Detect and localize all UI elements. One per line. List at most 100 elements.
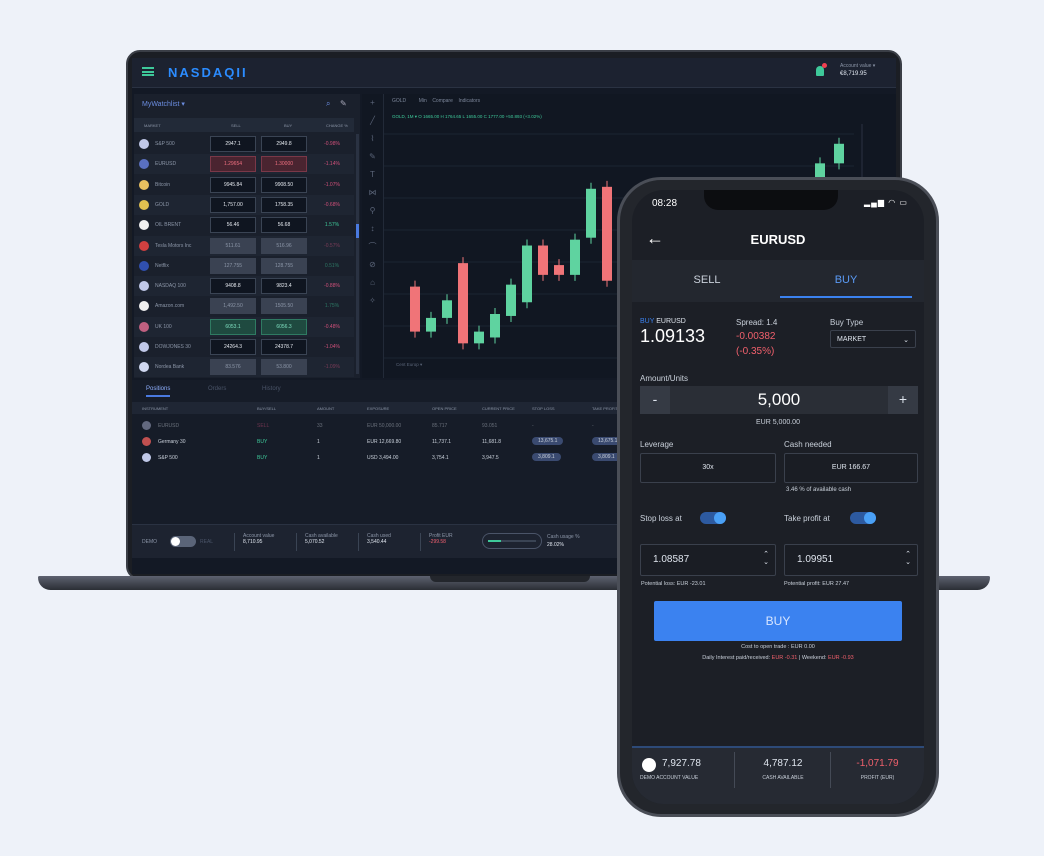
position-amount: 1: [317, 439, 320, 445]
sell-price-button[interactable]: 56.46: [210, 217, 256, 234]
sell-price-button[interactable]: 511.61: [210, 237, 256, 254]
buy-price-button[interactable]: 53.800: [261, 359, 307, 376]
menu-icon[interactable]: [142, 67, 154, 76]
change-pct: -1.14%: [324, 161, 340, 168]
take-profit-label: Take profit at: [784, 514, 830, 523]
buy-price-button[interactable]: 1.30000: [261, 156, 307, 173]
watchlist-row[interactable]: Bitcoin 9945.84 9908.50 -1.07%: [134, 175, 354, 195]
column-header[interactable]: STOP LOSS: [532, 406, 555, 411]
tab-history[interactable]: History: [262, 386, 281, 392]
market-name: NASDAQ 100: [155, 283, 186, 290]
watchlist-row[interactable]: Nordea Bank 83.576 53.800 -1.09%: [134, 357, 354, 378]
sell-price-button[interactable]: 9945.84: [210, 176, 256, 193]
watchlist-row[interactable]: NASDAQ 100 9408.8 9823.4 -0.88%: [134, 276, 354, 297]
position-name: EURUSD: [158, 423, 180, 429]
tab-orders[interactable]: Orders: [208, 386, 226, 392]
buy-price-button[interactable]: 56.68: [261, 217, 307, 234]
candle: [538, 245, 548, 275]
watchlist-title[interactable]: MyWatchlist ▾: [142, 100, 185, 108]
amount-input[interactable]: 5,000: [670, 386, 888, 414]
tab-positions[interactable]: Positions: [146, 386, 171, 397]
position-tp[interactable]: -: [592, 423, 594, 429]
market-name: Tesla Motors Inc: [155, 242, 192, 249]
watchlist-scrollbar[interactable]: [356, 134, 359, 374]
timezone-select[interactable]: Cent Europ ▾: [396, 362, 422, 368]
sell-price-button[interactable]: 1,492.50: [210, 298, 256, 315]
sell-price-button[interactable]: 9408.8: [210, 278, 256, 295]
take-profit-toggle[interactable]: [850, 512, 876, 524]
sell-price-button[interactable]: 1,757.00: [210, 196, 256, 213]
demo-account-value: 7,927.78: [662, 758, 701, 769]
edit-icon[interactable]: ✎: [340, 99, 347, 108]
market-icon: [139, 260, 149, 271]
column-header[interactable]: EXPOSURE: [367, 406, 389, 411]
market-icon: [139, 179, 149, 190]
account-label[interactable]: Account value ▾: [840, 63, 875, 69]
buy-price-button[interactable]: 24378.7: [261, 339, 307, 355]
sell-price-button[interactable]: 24264.3: [210, 339, 256, 355]
stop-loss-input[interactable]: 1.08587 ⌃ ⌄: [640, 544, 776, 576]
position-name: S&P 500: [158, 455, 178, 461]
sell-price-button[interactable]: 127.755: [210, 257, 256, 274]
buy-price-button[interactable]: 128.755: [261, 257, 307, 274]
watchlist-row[interactable]: Tesla Motors Inc 511.61 516.96 -0.57%: [134, 235, 354, 256]
take-profit-input[interactable]: 1.09951 ⌃ ⌄: [784, 544, 918, 576]
change-pct: 0.51%: [324, 262, 340, 269]
bell-icon[interactable]: [816, 63, 827, 76]
column-header[interactable]: BUY/SELL: [257, 406, 276, 411]
tab-sell[interactable]: SELL: [662, 274, 752, 286]
stop-loss-toggle[interactable]: [700, 512, 726, 524]
column-header[interactable]: INSTRUMENT: [142, 406, 168, 411]
column-header[interactable]: AMOUNT: [317, 406, 334, 411]
buy-price-button[interactable]: 1758.35: [261, 196, 307, 213]
sell-price-button[interactable]: 1.29654: [210, 156, 256, 173]
candle: [522, 245, 532, 303]
position-exposure: EUR 50,000.00: [367, 423, 402, 429]
buy-price-button[interactable]: 9908.50: [261, 176, 307, 193]
sell-price-button[interactable]: 2947.1: [210, 136, 256, 152]
watchlist-row[interactable]: OIL BRENT 56.46 56.68 1.57%: [134, 215, 354, 235]
buy-price-button[interactable]: 2949.8: [261, 136, 307, 152]
account-stat: Profit EUR -299.58: [420, 533, 453, 551]
watchlist-row[interactable]: Amazon.com 1,492.50 1505.50 1.75%: [134, 296, 354, 316]
column-header[interactable]: OPEN PRICE: [432, 406, 457, 411]
position-sl[interactable]: -: [532, 423, 534, 429]
candle: [506, 284, 516, 316]
cash-available-value: 4,787.12: [763, 758, 803, 769]
change-pct: -0.98%: [324, 141, 340, 147]
amount-stepper[interactable]: - 5,000 +: [640, 386, 918, 414]
watchlist-row[interactable]: DOWJONES 30 24264.3 24378.7 -1.04%: [134, 337, 354, 357]
candle: [442, 300, 452, 318]
position-sl[interactable]: 3,809.1: [532, 453, 561, 461]
position-sl[interactable]: 13,675.1: [532, 437, 564, 445]
buy-price-button[interactable]: 516.96: [261, 237, 307, 254]
column-header[interactable]: CURRENT PRICE: [482, 406, 515, 411]
market-name: Amazon.com: [155, 303, 185, 310]
watchlist-row[interactable]: GOLD 1,757.00 1758.35 -0.68%: [134, 194, 354, 215]
watchlist-row[interactable]: EURUSD 1.29654 1.30000 -1.14%: [134, 154, 354, 175]
watchlist-row[interactable]: Netflix 127.755 128.755 0.51%: [134, 256, 354, 276]
buy-price-button[interactable]: 6056.3: [261, 318, 307, 335]
watchlist-row[interactable]: UK 100 6053.1 6056.3 -0.48%: [134, 316, 354, 337]
decrease-button[interactable]: -: [640, 386, 670, 414]
tab-buy[interactable]: BUY: [780, 274, 912, 298]
search-icon[interactable]: ⌕: [326, 99, 330, 109]
change-pct: -0.68%: [324, 201, 340, 208]
drawing-toolbar[interactable]: + ╱ ⌇ ✎ T ⋈ ⚲ ↕ ⌒ ⊘ ⌂ ✧: [362, 94, 384, 378]
buy-price-button[interactable]: 9823.4: [261, 278, 307, 295]
buy-button[interactable]: BUY: [654, 601, 902, 641]
position-amount: 1: [317, 455, 320, 461]
sell-price-button[interactable]: 6053.1: [210, 318, 256, 335]
increase-button[interactable]: +: [888, 386, 918, 414]
sell-price-button[interactable]: 83.576: [210, 359, 256, 376]
demo-real-toggle[interactable]: [170, 536, 196, 547]
market-icon: [139, 159, 149, 170]
cash-usage-value: 28.02%: [547, 542, 564, 548]
buy-type-select[interactable]: MARKET ⌄: [830, 330, 916, 348]
watchlist-row[interactable]: S&P 500 2947.1 2949.8 -0.98%: [134, 134, 354, 154]
stop-loss-label: Stop loss at: [640, 514, 682, 523]
column-header[interactable]: TAKE PROFIT: [592, 406, 618, 411]
pair-label: EURUSD: [656, 318, 686, 325]
buy-price-button[interactable]: 1505.50: [261, 298, 307, 315]
leverage-select[interactable]: 30x: [640, 453, 776, 483]
